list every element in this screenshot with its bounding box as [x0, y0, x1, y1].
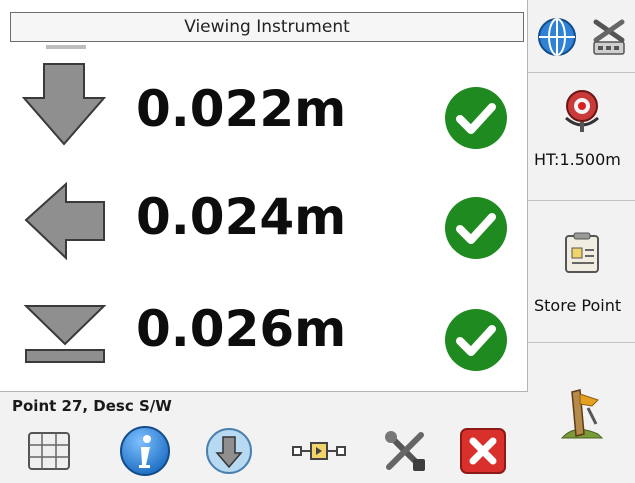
measurement-value: 0.024m — [136, 188, 347, 246]
grid-icon — [28, 432, 70, 470]
store-point-label: Store Point — [534, 296, 622, 315]
close-icon — [460, 428, 506, 474]
scroll-indicator — [46, 45, 86, 49]
check-ok-icon — [443, 85, 509, 155]
target-height-label: HT:1.500m — [534, 150, 621, 169]
survey-stake-button[interactable] — [528, 344, 635, 483]
info-icon — [120, 426, 170, 476]
map-view-button[interactable] — [532, 6, 582, 68]
check-ok-icon — [443, 195, 509, 265]
side-toolbar: HT:1.500m Store Point — [528, 0, 635, 483]
side-divider — [528, 342, 635, 343]
measurement-value: 0.026m — [136, 300, 347, 358]
info-button[interactable] — [116, 422, 174, 480]
grid-view-button[interactable] — [20, 422, 78, 480]
instrument-tools-button[interactable] — [584, 6, 634, 68]
measurement-value: 0.022m — [136, 80, 347, 138]
prism-target-icon — [560, 88, 604, 138]
measurement-row-offset: 0.024m — [0, 168, 527, 278]
instrument-tools-icon — [593, 19, 625, 55]
settings-button[interactable] — [376, 422, 434, 480]
stakeout-down-icon — [206, 428, 252, 474]
tools-icon — [385, 431, 425, 471]
target-height-button[interactable]: HT:1.500m — [528, 74, 635, 200]
measurement-row-cut-fill: 0.022m — [0, 58, 527, 168]
link-points-button[interactable] — [290, 422, 348, 480]
page-title: Viewing Instrument — [10, 12, 524, 42]
store-point-button[interactable]: Store Point — [528, 202, 635, 340]
left-arrow-icon — [22, 178, 112, 272]
down-arrow-icon — [21, 58, 112, 152]
page-title-text: Viewing Instrument — [184, 17, 350, 37]
point-description: Point 27, Desc S/W — [12, 397, 172, 415]
status-bar: Point 27, Desc S/W — [0, 392, 528, 418]
globe-icon — [538, 18, 576, 56]
survey-stake-icon — [558, 384, 606, 444]
measurement-panel: Viewing Instrument 0.022m 0.024m 0.026m — [0, 0, 528, 392]
bottom-toolbar — [0, 418, 528, 483]
close-button[interactable] — [454, 422, 512, 480]
elevation-triangle-icon — [22, 300, 112, 374]
side-divider — [528, 200, 635, 201]
clipboard-icon — [564, 232, 600, 278]
link-points-icon — [292, 442, 346, 460]
check-ok-icon — [443, 307, 509, 377]
stakeout-down-button[interactable] — [200, 422, 258, 480]
side-divider — [528, 72, 635, 73]
measurement-row-elevation: 0.026m — [0, 280, 527, 390]
